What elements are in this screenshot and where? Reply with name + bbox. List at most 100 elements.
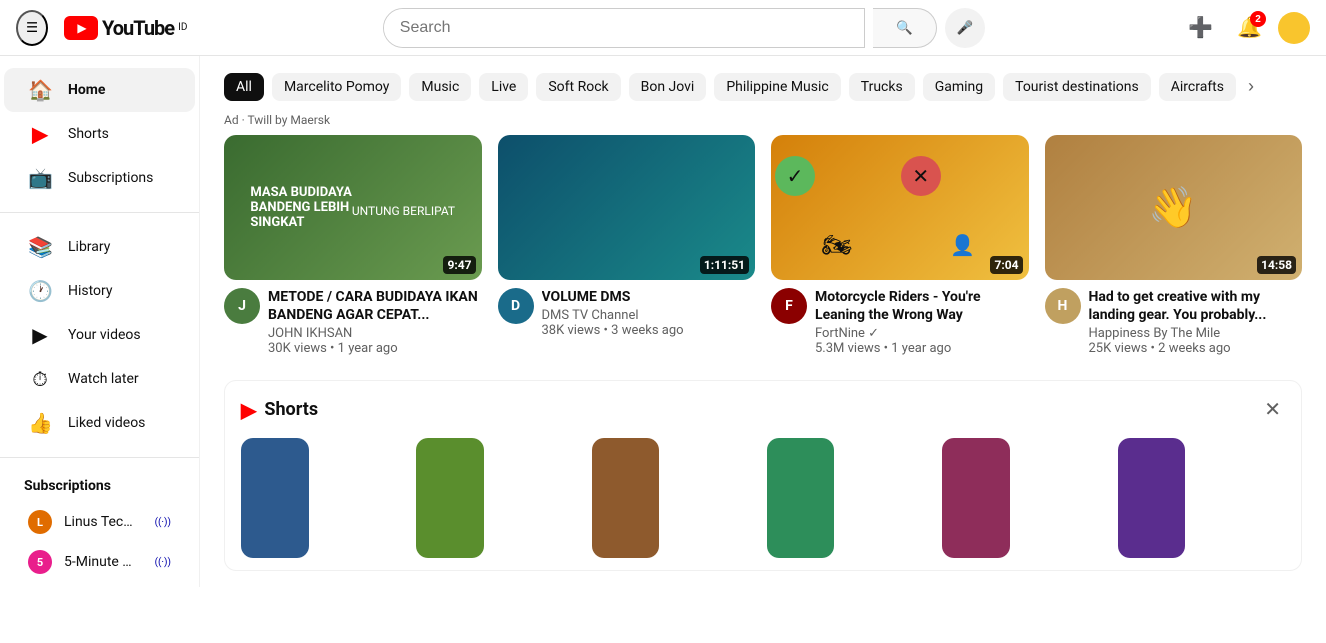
chip-marcelito[interactable]: Marcelito Pomoy [272,73,401,101]
youtube-logo-icon [64,16,98,40]
chip-tourist[interactable]: Tourist destinations [1003,73,1151,101]
video-card-1[interactable]: MASA BUDIDAYABANDENG LEBIHSINGKAT UNTUNG… [224,135,482,356]
shorts-icon: ▶ [28,122,52,146]
filter-next-button[interactable]: › [1244,72,1258,101]
shorts-card-5[interactable] [942,438,1010,558]
create-button[interactable]: ➕ [1180,7,1221,48]
shorts-title-wrap: ▶ Shorts [241,398,318,422]
chip-all[interactable]: All [224,73,264,101]
watch-later-icon: ⏱ [28,367,52,391]
shorts-close-button[interactable]: ✕ [1260,393,1285,426]
sidebar-item-home[interactable]: 🏠 Home [4,68,195,112]
video-card-4[interactable]: 👋 14:58 H Had to get creative with my la… [1045,135,1303,356]
video-info-4: H Had to get creative with my landing ge… [1045,288,1303,356]
sub-label-5min: 5-Minute Crafts ... [64,554,139,570]
avatar[interactable] [1278,12,1310,44]
chip-philippine-music[interactable]: Philippine Music [714,73,840,101]
video-meta-3: Motorcycle Riders - You're Leaning the W… [815,288,1029,356]
channel-avatar-4: H [1045,288,1081,324]
sidebar-item-subscriptions[interactable]: 📺 Subscriptions [4,156,195,200]
video-title-1: METODE / CARA BUDIDAYA IKAN BANDENG AGAR… [268,288,482,324]
thumbnail-3: ✓ ✕ 🏍 👤 7:04 [771,135,1029,280]
video-meta-4: Had to get creative with my landing gear… [1089,288,1303,356]
history-icon: 🕐 [28,279,52,303]
thumbnail-1: MASA BUDIDAYABANDENG LEBIHSINGKAT UNTUNG… [224,135,482,280]
shorts-card-2[interactable] [416,438,484,558]
sidebar-item-history[interactable]: 🕐 History [4,269,195,313]
sidebar: 🏠 Home ▶ Shorts 📺 Subscriptions 📚 Librar… [0,56,200,587]
video-stats-3: 5.3M views • 1 year ago [815,341,1029,356]
video-card-3[interactable]: ✓ ✕ 🏍 👤 7:04 F Motorcycle Riders - You'r… [771,135,1029,356]
shorts-section: ▶ Shorts ✕ [224,380,1302,571]
chip-aircrafts[interactable]: Aircrafts [1159,73,1236,101]
video-card-2[interactable]: 1:11:51 D VOLUME DMS DMS TV Channel 38K … [498,135,756,356]
video-channel-4: Happiness By The Mile [1089,326,1303,341]
duration-4: 14:58 [1257,256,1296,274]
search-button[interactable]: 🔍 [873,8,937,48]
sub-label-linus: Linus Tech Tips [64,514,139,530]
duration-1: 9:47 [443,256,475,274]
sidebar-label-subscriptions: Subscriptions [68,170,153,186]
notifications-button[interactable]: 🔔 2 [1229,7,1270,48]
video-title-4: Had to get creative with my landing gear… [1089,288,1303,324]
sub-avatar-linus: L [28,510,52,534]
ad-bar: Ad · Twill by Maersk [224,109,1302,135]
chip-soft-rock[interactable]: Soft Rock [536,73,620,101]
video-grid: MASA BUDIDAYABANDENG LEBIHSINGKAT UNTUNG… [224,135,1302,356]
shorts-card-6[interactable] [1118,438,1186,558]
subscriptions-icon: 📺 [28,166,52,190]
chip-live[interactable]: Live [479,73,528,101]
shorts-grid [241,438,1285,558]
video-info-1: J METODE / CARA BUDIDAYA IKAN BANDENG AG… [224,288,482,356]
video-stats-4: 25K views • 2 weeks ago [1089,341,1303,356]
duration-3: 7:04 [990,256,1022,274]
chip-music[interactable]: Music [409,73,471,101]
video-info-3: F Motorcycle Riders - You're Leaning the… [771,288,1029,356]
header-left: ☰ YouTubeID [16,10,187,46]
video-channel-3: FortNine ✓ [815,326,1029,341]
video-channel-2: DMS TV Channel [542,308,756,323]
shorts-card-4[interactable] [767,438,835,558]
sidebar-item-watch-later[interactable]: ⏱ Watch later [4,357,195,401]
logo[interactable]: YouTubeID [64,16,187,40]
menu-button[interactable]: ☰ [16,10,48,46]
search-input[interactable] [384,9,864,47]
video-info-2: D VOLUME DMS DMS TV Channel 38K views • … [498,288,756,338]
sidebar-item-your-videos[interactable]: ▶ Your videos [4,313,195,357]
shorts-card-3[interactable] [592,438,660,558]
home-icon: 🏠 [28,78,52,102]
chip-bon-jovi[interactable]: Bon Jovi [629,73,707,101]
chip-trucks[interactable]: Trucks [849,73,915,101]
sidebar-item-shorts[interactable]: ▶ Shorts [4,112,195,156]
header: ☰ YouTubeID 🔍 🎤 ➕ 🔔 2 [0,0,1326,56]
search-icon: 🔍 [896,20,913,36]
sub-live-5min: ((·)) [155,557,171,568]
subscription-item-5min[interactable]: 5 5-Minute Crafts ... ((·)) [4,542,195,582]
video-title-3: Motorcycle Riders - You're Leaning the W… [815,288,1029,324]
chip-gaming[interactable]: Gaming [923,73,995,101]
ad-label: Ad · Twill by Maersk [224,113,330,127]
hamburger-icon: ☰ [26,20,38,36]
sub-live-linus: ((·)) [155,517,171,528]
layout: 🏠 Home ▶ Shorts 📺 Subscriptions 📚 Librar… [0,56,1326,587]
notification-badge: 2 [1250,11,1266,27]
channel-avatar-3: F [771,288,807,324]
sidebar-divider-2 [0,457,199,458]
subscription-item-langfocus[interactable]: L Langfocus [4,582,195,587]
sidebar-label-home: Home [68,82,105,98]
duration-2: 1:11:51 [700,256,749,274]
subscription-item-linus[interactable]: L Linus Tech Tips ((·)) [4,502,195,542]
sidebar-divider-1 [0,212,199,213]
shorts-card-1[interactable] [241,438,309,558]
header-right: ➕ 🔔 2 [1180,7,1310,48]
shorts-logo-icon: ▶ [241,398,256,422]
sidebar-item-library[interactable]: 📚 Library [4,225,195,269]
logo-country: ID [178,22,187,33]
thumbnail-4: 👋 14:58 [1045,135,1303,280]
sidebar-label-shorts: Shorts [68,126,109,142]
shorts-title: Shorts [264,399,318,420]
sub-avatar-5min: 5 [28,550,52,574]
channel-avatar-1: J [224,288,260,324]
sidebar-item-liked-videos[interactable]: 👍 Liked videos [4,401,195,445]
mic-button[interactable]: 🎤 [945,8,985,48]
